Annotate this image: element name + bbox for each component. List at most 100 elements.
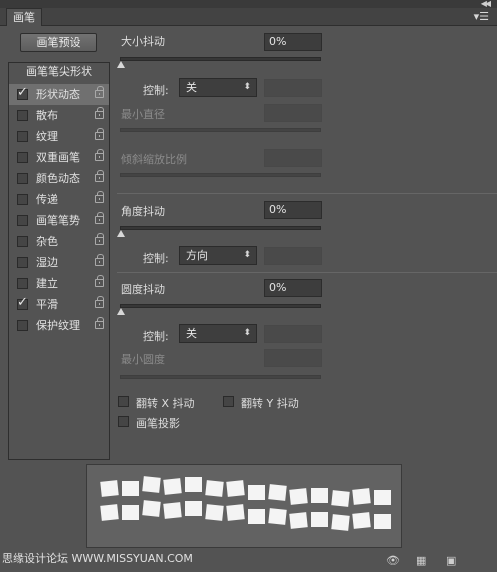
brush-setting-checkbox[interactable]	[17, 173, 28, 184]
brush-dab	[100, 503, 119, 521]
angle-control-label: 控制:	[143, 252, 169, 265]
brush-setting-item[interactable]: 散布	[9, 105, 109, 126]
brush-setting-label: 平滑	[36, 298, 58, 311]
min-roundness-slider	[120, 375, 321, 379]
roundness-control-label: 控制:	[143, 330, 169, 343]
brush-setting-item[interactable]: 湿边	[9, 252, 109, 273]
grid-icon[interactable]: ▦	[416, 555, 428, 567]
brush-setting-label: 画笔笔势	[36, 214, 80, 227]
lock-icon[interactable]	[95, 86, 104, 98]
angle-jitter-slider[interactable]	[120, 226, 321, 230]
angle-jitter-input[interactable]: 0%	[264, 201, 322, 219]
roundness-jitter-slider[interactable]	[120, 304, 321, 308]
brush-dab	[205, 503, 224, 521]
brush-setting-item[interactable]: 画笔笔势	[9, 210, 109, 231]
brush-setting-item[interactable]: 杂色	[9, 231, 109, 252]
section-divider	[117, 193, 497, 194]
angle-control-value: 方向	[186, 249, 208, 262]
lock-icon[interactable]	[95, 275, 104, 287]
angle-jitter-slider-thumb[interactable]	[117, 230, 125, 237]
new-preset-icon[interactable]: ▣	[446, 555, 458, 567]
brush-setting-label: 纹理	[36, 130, 58, 143]
brush-setting-item[interactable]: 纹理	[9, 126, 109, 147]
brush-setting-item[interactable]: 颜色动态	[9, 168, 109, 189]
size-control-value: 关	[186, 81, 197, 94]
lock-icon[interactable]	[95, 317, 104, 329]
panel-top-bar	[0, 0, 497, 8]
roundness-control-fade-input	[264, 325, 322, 343]
min-diameter-slider	[120, 128, 321, 132]
size-control-fade-input	[264, 79, 322, 97]
brush-presets-button[interactable]: 画笔预设	[20, 33, 97, 52]
brush-settings-list: 画笔笔尖形状 ✓ 形状动态 散布 纹理 双重画笔 颜色动态 传递 画笔笔势 杂色 湿边 建立 ✓ 平滑保…	[8, 62, 110, 460]
checkmark-icon: ✓	[17, 85, 28, 100]
brush-tip-shape-item[interactable]: 画笔笔尖形状	[9, 63, 109, 83]
roundness-jitter-slider-thumb[interactable]	[117, 308, 125, 315]
brush-dab	[311, 512, 328, 528]
size-jitter-slider[interactable]	[120, 57, 321, 61]
lock-icon[interactable]	[95, 191, 104, 203]
brush-setting-item[interactable]: 传递	[9, 189, 109, 210]
brush-setting-item[interactable]: 建立	[9, 273, 109, 294]
size-jitter-input[interactable]: 0%	[264, 33, 322, 51]
brush-projection-checkbox[interactable]	[118, 416, 129, 427]
brush-dab	[268, 484, 287, 501]
flip-x-checkbox[interactable]	[118, 396, 129, 407]
lock-icon[interactable]	[95, 149, 104, 161]
brush-dab	[248, 508, 265, 524]
lock-icon[interactable]	[95, 107, 104, 119]
panel-tab-bar	[0, 8, 497, 26]
angle-control-select[interactable]: 方向 ⬍	[179, 246, 257, 265]
brush-dab	[163, 478, 182, 495]
brush-stroke-preview	[86, 464, 402, 548]
tab-brush[interactable]: 画笔	[6, 8, 42, 26]
brush-setting-item[interactable]: ✓ 形状动态	[9, 84, 109, 105]
size-control-select[interactable]: 关 ⬍	[179, 78, 257, 97]
brush-setting-checkbox[interactable]	[17, 110, 28, 121]
brush-setting-checkbox[interactable]	[17, 131, 28, 142]
lock-icon[interactable]	[95, 212, 104, 224]
lock-icon[interactable]	[95, 170, 104, 182]
brush-setting-item[interactable]: 保护纹理	[9, 315, 109, 336]
brush-dab	[374, 513, 391, 529]
double-chevron-right-icon[interactable]: ◀◀	[481, 0, 491, 8]
brush-setting-checkbox[interactable]	[17, 278, 28, 289]
brush-setting-checkbox[interactable]	[17, 152, 28, 163]
up-down-chevron-icon: ⬍	[243, 328, 251, 338]
brush-setting-checkbox[interactable]	[17, 194, 28, 205]
brush-dab	[226, 503, 245, 521]
size-jitter-slider-thumb[interactable]	[117, 61, 125, 68]
brush-dab	[100, 479, 119, 497]
brush-dab	[122, 504, 139, 520]
brush-setting-checkbox[interactable]	[17, 215, 28, 226]
brush-dab	[311, 488, 328, 504]
brush-setting-checkbox[interactable]	[17, 236, 28, 247]
brush-setting-checkbox[interactable]	[17, 320, 28, 331]
brush-setting-label: 建立	[36, 277, 58, 290]
lock-icon[interactable]	[95, 254, 104, 266]
roundness-control-select[interactable]: 关 ⬍	[179, 324, 257, 343]
brush-dab	[289, 512, 308, 529]
brush-dab	[185, 477, 202, 493]
watermark-text: 思缘设计论坛 WWW.MISSYUAN.COM	[2, 552, 193, 565]
brush-dab	[331, 490, 350, 507]
lock-icon[interactable]	[95, 128, 104, 140]
brush-setting-label: 保护纹理	[36, 319, 80, 332]
brush-setting-item[interactable]: 双重画笔	[9, 147, 109, 168]
roundness-jitter-input[interactable]: 0%	[264, 279, 322, 297]
flip-y-checkbox[interactable]	[223, 396, 234, 407]
panel-menu-icon[interactable]: ▾☰	[474, 10, 489, 23]
brush-dab	[142, 500, 161, 518]
brush-dab	[163, 502, 182, 519]
lock-icon[interactable]	[95, 233, 104, 245]
brush-setting-label: 颜色动态	[36, 172, 80, 185]
brush-setting-label: 形状动态	[36, 88, 80, 101]
brush-dab	[205, 479, 224, 497]
brush-dab	[374, 489, 391, 505]
lock-icon[interactable]	[95, 296, 104, 308]
brush-setting-label: 杂色	[36, 235, 58, 248]
brush-setting-item[interactable]: ✓ 平滑	[9, 294, 109, 315]
roundness-control-value: 关	[186, 327, 197, 340]
brush-setting-checkbox[interactable]	[17, 257, 28, 268]
visibility-toggle-icon[interactable]: 👁	[386, 555, 400, 567]
